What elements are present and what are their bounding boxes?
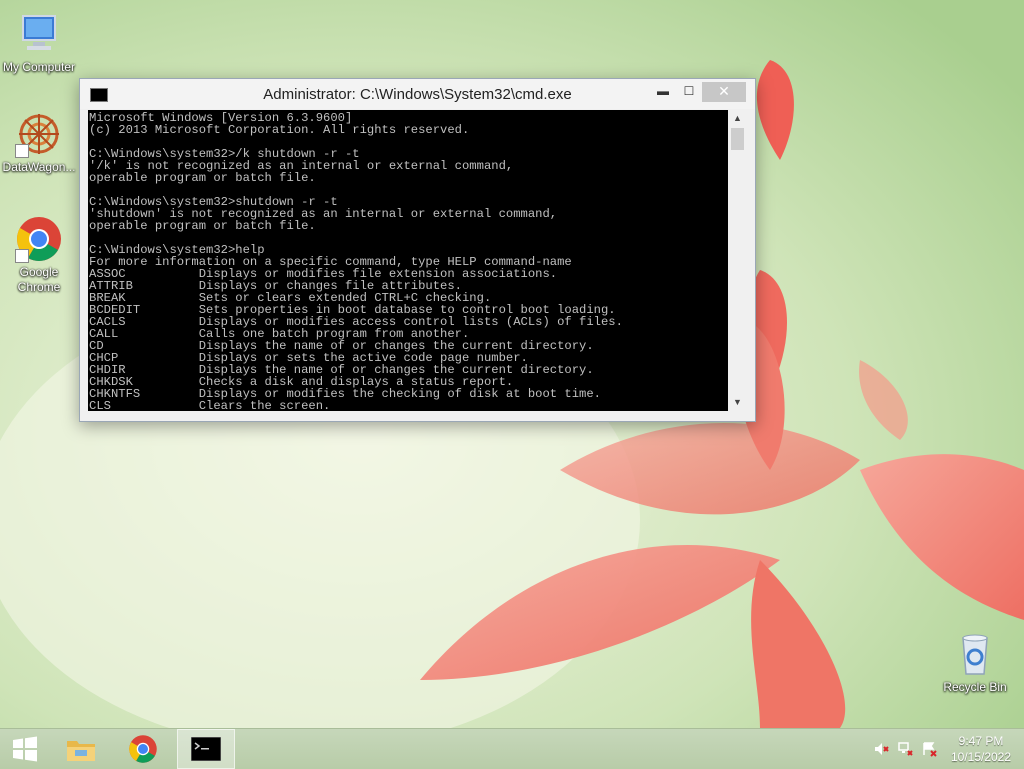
action-center-icon[interactable] (922, 741, 938, 757)
scroll-up-arrow-icon[interactable]: ▲ (729, 110, 746, 127)
scroll-down-arrow-icon[interactable]: ▼ (729, 394, 746, 411)
console-line: operable program or batch file. (89, 219, 316, 233)
console-text: Microsoft Windows [Version 6.3.9600] (c) … (88, 110, 728, 411)
console-line: operable program or batch file. (89, 171, 316, 185)
network-icon[interactable] (898, 741, 914, 757)
scrollbar-thumb[interactable] (731, 128, 744, 150)
maximize-button[interactable]: ☐ (676, 82, 702, 102)
clock-time: 9:47 PM (958, 734, 1004, 748)
desktop-icon-datawagon[interactable]: DataWagon... (0, 110, 78, 175)
close-button[interactable]: ✕ (702, 82, 746, 102)
system-clock[interactable]: 9:47 PM 10/15/2022 (946, 733, 1016, 765)
taskbar-chrome[interactable] (118, 729, 168, 769)
shortcut-arrow-icon (15, 249, 29, 263)
file-explorer-icon (67, 741, 95, 761)
clock-date: 10/15/2022 (950, 750, 1012, 764)
console-output[interactable]: Microsoft Windows [Version 6.3.9600] (c) … (88, 110, 728, 411)
chrome-icon (15, 215, 63, 263)
computer-icon (15, 10, 63, 58)
taskbar-file-explorer[interactable] (56, 729, 106, 769)
vertical-scrollbar[interactable]: ▲ ▼ (729, 110, 746, 411)
desktop-icon-recycle-bin[interactable]: Recycle Bin (936, 630, 1014, 695)
desktop-icon-label: Google Chrome (17, 265, 61, 294)
console-line: (c) 2013 Microsoft Corporation. All righ… (89, 123, 470, 137)
recycle-bin-icon (951, 630, 999, 678)
shortcut-arrow-icon (15, 144, 29, 158)
minimize-button[interactable]: ▬ (650, 82, 676, 102)
window-titlebar[interactable]: Administrator: C:\Windows\System32\cmd.e… (80, 79, 755, 109)
desktop-icon-my-computer[interactable]: My Computer (0, 10, 78, 75)
console-line: CLS Clears the screen. (89, 399, 331, 411)
desktop-icon-google-chrome[interactable]: Google Chrome (0, 215, 78, 295)
desktop-icon-label: My Computer (2, 60, 76, 74)
volume-muted-icon[interactable] (874, 741, 890, 757)
desktop-icon-label: Recycle Bin (943, 680, 1007, 694)
chrome-icon (129, 735, 157, 763)
taskbar: 9:47 PM 10/15/2022 (0, 728, 1024, 769)
start-icon (13, 736, 37, 762)
datawagon-icon (15, 110, 63, 158)
cmd-window[interactable]: Administrator: C:\Windows\System32\cmd.e… (79, 78, 756, 422)
start-button[interactable] (0, 729, 50, 769)
cmd-icon (191, 737, 221, 761)
taskbar-cmd[interactable] (177, 729, 235, 769)
desktop-icon-label: DataWagon... (2, 160, 76, 174)
